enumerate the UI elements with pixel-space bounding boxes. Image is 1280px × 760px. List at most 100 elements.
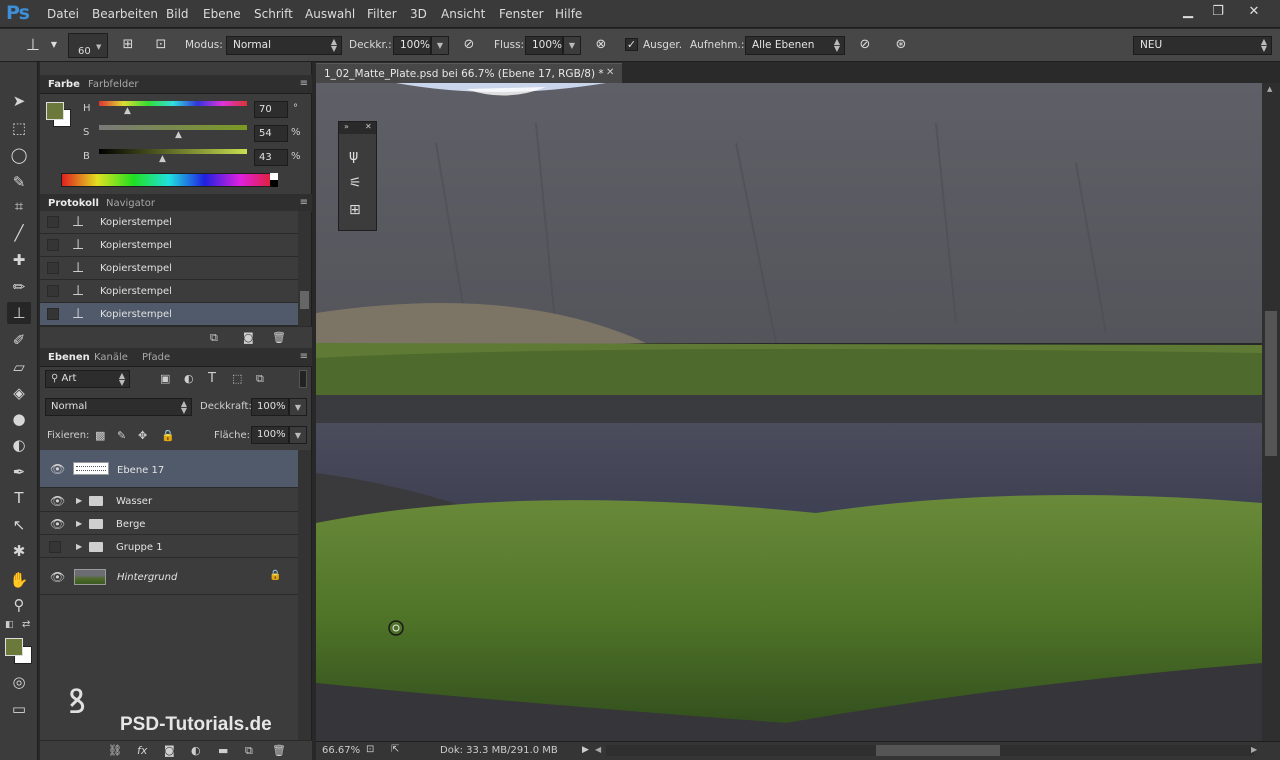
layers-scrollbar[interactable] (298, 450, 311, 740)
workspace-select[interactable]: NEU ▲ ▼ (1133, 36, 1272, 55)
new-group-icon[interactable]: ▬ (218, 744, 228, 757)
menu-hilfe[interactable]: Hilfe (555, 7, 582, 21)
tab-protokoll[interactable]: Protokoll (48, 198, 99, 209)
tab-ebenen[interactable]: Ebenen (48, 352, 90, 363)
layer-row-gruppe-1[interactable]: ▶ Gruppe 1 (40, 535, 298, 558)
blur-tool-icon[interactable]: ● (7, 408, 31, 430)
layer-name[interactable]: Berge (116, 519, 145, 530)
opacity-dropdown[interactable]: ▼ (431, 36, 449, 55)
quick-selection-tool-icon[interactable]: ✎ (7, 171, 31, 193)
close-tab-icon[interactable]: ✕ (606, 67, 614, 78)
close-icon[interactable]: ✕ (365, 122, 372, 131)
lock-transparent-pixels-icon[interactable]: ▩ (95, 429, 105, 442)
vertical-scrollbar[interactable]: ▲ (1262, 83, 1280, 741)
horizontal-scrollbar[interactable] (606, 745, 1254, 756)
menu-bild[interactable]: Bild (166, 7, 189, 21)
tab-farbe[interactable]: Farbe (48, 79, 80, 90)
filter-smart-object-icon[interactable]: ⧉ (256, 372, 264, 386)
collapse-icon[interactable]: » (344, 122, 349, 131)
b-input[interactable]: 43 (254, 149, 288, 166)
screen-mode-icon[interactable]: ▭ (7, 698, 31, 720)
history-item[interactable]: ⊥ Kopierstempel (40, 211, 298, 234)
scroll-right-icon[interactable]: ▶ (1251, 745, 1257, 754)
tool-preset-dropdown-icon[interactable]: ▼ (43, 35, 65, 55)
dodge-tool-icon[interactable]: ◐ (7, 434, 31, 456)
minimize-button[interactable]: ▁ (1173, 2, 1203, 22)
add-mask-icon[interactable]: ◙ (164, 744, 175, 757)
ignore-adjustment-icon[interactable]: ⊘ (854, 35, 876, 55)
document-canvas[interactable] (316, 83, 1262, 741)
history-snapshot-checkbox[interactable] (47, 285, 59, 297)
expand-arrow-icon[interactable]: ▶ (76, 519, 82, 528)
menu-fenster[interactable]: Fenster (499, 7, 544, 21)
tab-pfade[interactable]: Pfade (142, 352, 170, 363)
airbrush-icon[interactable]: ⊗ (590, 35, 612, 55)
quick-mask-icon[interactable]: ◎ (7, 671, 31, 693)
sample-select[interactable]: Alle Ebenen ▲ ▼ (745, 36, 845, 55)
eye-icon[interactable]: 👁 (50, 570, 65, 584)
scroll-up-icon[interactable]: ▲ (1267, 85, 1272, 93)
flow-input[interactable]: 100% (525, 36, 563, 55)
eye-icon[interactable]: 👁 (50, 494, 65, 508)
panel-menu-icon[interactable]: ≡ (300, 78, 308, 89)
floating-panel-header[interactable]: » ✕ (339, 122, 376, 134)
path-selection-tool-icon[interactable]: ↖ (7, 514, 31, 536)
zoom-level[interactable]: 66.67% (322, 745, 360, 756)
menu-3d[interactable]: 3D (410, 7, 427, 21)
marquee-tool-icon[interactable]: ⬚ (7, 117, 31, 139)
lock-image-pixels-icon[interactable]: ✎ (117, 429, 126, 442)
eraser-tool-icon[interactable]: ▱ (7, 356, 31, 378)
crop-tool-icon[interactable]: ⌗ (7, 195, 31, 217)
blend-mode-select[interactable]: Normal ▲ ▼ (226, 36, 342, 55)
panel-menu-icon[interactable]: ≡ (300, 351, 308, 362)
fill-input[interactable]: 100% (251, 426, 289, 444)
filter-pixel-icon[interactable]: ▣ (160, 372, 170, 385)
s-input[interactable]: 54 (254, 125, 288, 142)
filter-toggle[interactable] (299, 370, 307, 388)
scroll-left-icon[interactable]: ◀ (595, 745, 601, 754)
lasso-tool-icon[interactable]: ◯ (7, 144, 31, 166)
saturation-slider[interactable] (99, 125, 247, 130)
default-colors-icon[interactable]: ◧ (5, 620, 14, 630)
clone-source-icon[interactable]: ⊞ (349, 202, 361, 218)
flow-dropdown[interactable]: ▼ (563, 36, 581, 55)
lock-position-icon[interactable]: ✥ (138, 429, 147, 442)
layer-row-berge[interactable]: 👁 ▶ Berge (40, 512, 298, 535)
share-icon[interactable]: ⇱ (391, 744, 399, 755)
brush-preset-picker[interactable]: 60 ▼ (68, 33, 108, 58)
status-menu-icon[interactable]: ▶ (582, 745, 589, 755)
menu-ansicht[interactable]: Ansicht (441, 7, 485, 21)
fill-dropdown[interactable]: ▼ (289, 426, 307, 444)
document-tab[interactable]: 1_02_Matte_Plate.psd bei 66.7% (Ebene 17… (316, 63, 622, 83)
eye-icon[interactable]: 👁 (50, 517, 65, 531)
trash-icon[interactable]: 🗑 (272, 744, 286, 757)
layer-filter-select[interactable]: ⚲ Art ▲ ▼ (45, 370, 130, 388)
layer-name[interactable]: Wasser (116, 496, 152, 507)
brush-presets-icon[interactable]: ψ (349, 148, 358, 164)
swap-colors-icon[interactable]: ⇄ (22, 619, 30, 630)
foreground-color-swatch[interactable] (5, 638, 23, 656)
history-snapshot-checkbox[interactable] (47, 239, 59, 251)
vertical-scroll-thumb[interactable] (1265, 311, 1277, 456)
expand-arrow-icon[interactable]: ▶ (76, 496, 82, 505)
trash-icon[interactable]: 🗑 (272, 331, 286, 344)
history-snapshot-checkbox[interactable] (47, 262, 59, 274)
menu-schrift[interactable]: Schrift (254, 7, 293, 21)
history-scroll-thumb[interactable] (300, 291, 309, 309)
type-tool-icon[interactable]: T (7, 487, 31, 509)
history-item-selected[interactable]: ⊥ Kopierstempel (40, 303, 298, 326)
link-layers-icon[interactable]: ⛓ (108, 744, 122, 757)
zoom-tool-icon[interactable]: ⚲ (7, 594, 31, 616)
lock-all-icon[interactable]: 🔒 (161, 429, 175, 442)
history-snapshot-checkbox[interactable] (47, 216, 59, 228)
clone-source-panel-icon[interactable]: ⊡ (150, 35, 172, 55)
layer-row-wasser[interactable]: 👁 ▶ Wasser (40, 489, 298, 512)
history-brush-tool-icon[interactable]: ✐ (7, 329, 31, 351)
brightness-slider[interactable] (99, 149, 247, 154)
slider-thumb-icon[interactable]: ▲ (124, 106, 131, 116)
paint-bucket-tool-icon[interactable]: ◈ (7, 382, 31, 404)
visibility-toggle-off[interactable] (49, 541, 61, 553)
layer-name[interactable]: Hintergrund (117, 572, 177, 583)
layer-name[interactable]: Ebene 17 (117, 465, 164, 476)
clone-stamp-tool-icon[interactable]: ⊥ (22, 35, 44, 55)
